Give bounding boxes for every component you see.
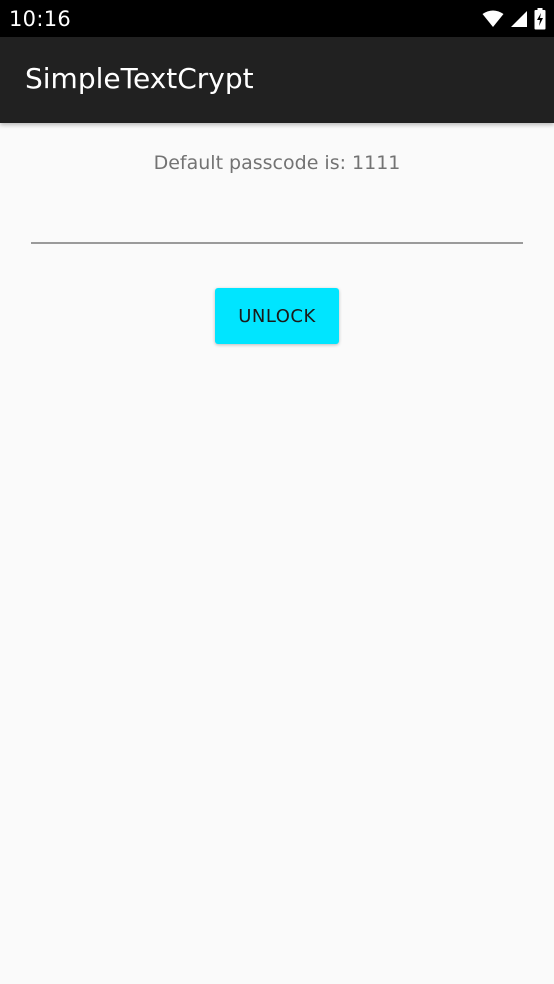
status-bar: 10:16 <box>0 0 554 37</box>
app-title: SimpleTextCrypt <box>25 62 254 95</box>
battery-icon <box>534 8 546 30</box>
app-bar: SimpleTextCrypt <box>0 37 554 123</box>
passcode-hint: Default passcode is: 1111 <box>153 152 401 174</box>
unlock-screen: Default passcode is: 1111 UNLOCK <box>0 123 554 984</box>
signal-icon <box>510 10 528 28</box>
wifi-icon <box>482 10 504 28</box>
status-icons <box>482 7 546 31</box>
unlock-button[interactable]: UNLOCK <box>215 288 339 344</box>
passcode-input[interactable] <box>31 203 523 244</box>
status-time: 10:16 <box>9 7 72 31</box>
